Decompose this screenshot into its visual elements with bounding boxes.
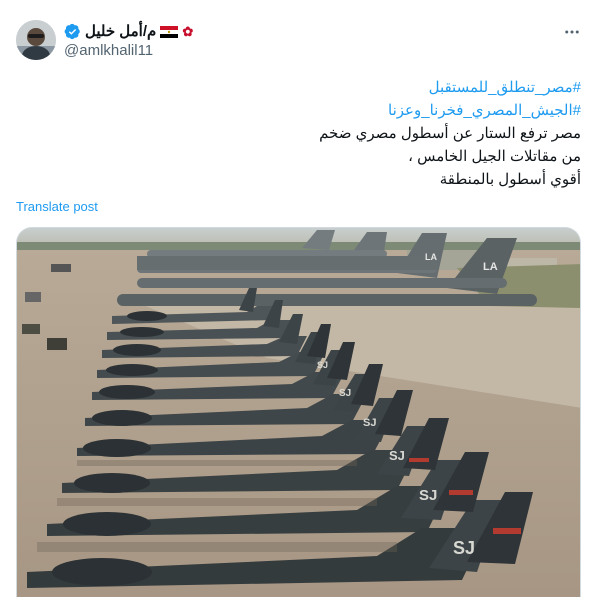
- hashtag-link[interactable]: #الجيش_المصري_فخرنا_وعزنا: [16, 99, 581, 122]
- tail-code: SJ: [317, 360, 328, 370]
- post-text-line: مصر ترفع الستار عن أسطول مصري ضخم: [319, 125, 581, 142]
- more-options-icon[interactable]: [562, 22, 582, 42]
- tail-code: SJ: [363, 417, 376, 429]
- tail-code: SJ: [339, 388, 351, 399]
- post-text-line: أقوي أسطول بالمنطقة: [439, 171, 581, 188]
- tweet: م/أمل خليل ✿ @amlkhalil11 #مصر_تنطلق_للم…: [0, 0, 598, 597]
- tail-code: LA: [425, 252, 437, 262]
- tail-code: LA: [483, 261, 498, 273]
- post-text: #مصر_تنطلق_للمستقبل #الجيش_المصري_فخرنا_…: [16, 76, 581, 191]
- tail-code: SJ: [419, 487, 437, 504]
- author-display-name[interactable]: م/أمل خليل: [85, 22, 156, 40]
- tail-code: SJ: [453, 538, 475, 558]
- post-media-image[interactable]: LA LA SJ SJ SJ SJ SJ SJ: [16, 227, 581, 597]
- egypt-flag-icon: [160, 25, 179, 38]
- rose-icon: ✿: [182, 23, 194, 39]
- hashtag-link[interactable]: #مصر_تنطلق_للمستقبل: [16, 76, 581, 99]
- avatar[interactable]: [16, 20, 56, 60]
- post-text-line: من مقاتلات الجيل الخامس ،: [408, 148, 581, 165]
- author-name-row[interactable]: م/أمل خليل ✿: [64, 21, 193, 41]
- author-handle[interactable]: @amlkhalil11: [64, 42, 153, 59]
- verified-badge-icon: [64, 23, 81, 40]
- tail-code: SJ: [389, 448, 405, 463]
- translate-post-link[interactable]: Translate post: [16, 199, 98, 214]
